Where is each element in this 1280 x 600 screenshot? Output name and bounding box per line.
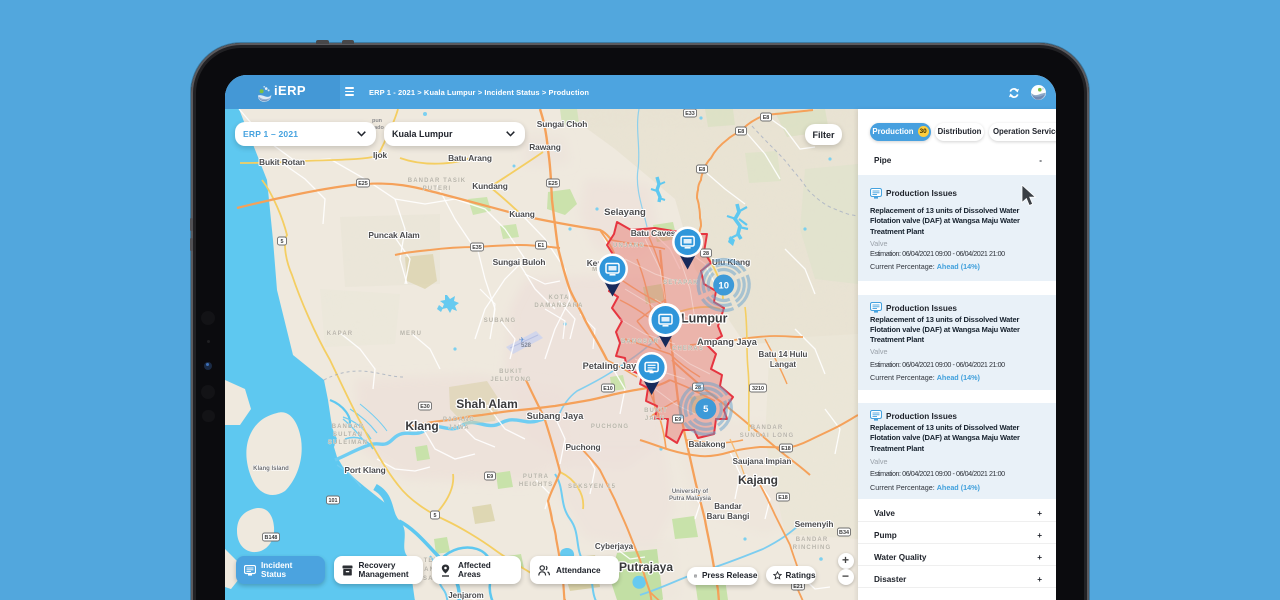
svg-text:E8: E8 bbox=[699, 167, 706, 173]
svg-text:B148: B148 bbox=[265, 535, 278, 541]
svg-text:Subang Jaya: Subang Jaya bbox=[527, 411, 585, 421]
svg-text:Kuang: Kuang bbox=[509, 209, 535, 219]
svg-text:SUBANG: SUBANG bbox=[484, 318, 517, 324]
svg-text:Klang Island: Klang Island bbox=[253, 466, 289, 472]
svg-text:Bukit Rotan: Bukit Rotan bbox=[259, 157, 305, 167]
svg-text:E8: E8 bbox=[763, 115, 770, 121]
svg-text:SULTAN: SULTAN bbox=[333, 432, 363, 438]
svg-text:E9: E9 bbox=[487, 474, 494, 480]
svg-text:Shah Alam: Shah Alam bbox=[456, 397, 518, 411]
svg-text:Langat: Langat bbox=[770, 360, 797, 369]
svg-text:University of: University of bbox=[672, 489, 709, 495]
svg-text:BUKIT: BUKIT bbox=[499, 369, 523, 375]
svg-text:Ampang Jaya: Ampang Jaya bbox=[697, 337, 758, 347]
svg-text:Putrajaya: Putrajaya bbox=[619, 560, 673, 574]
svg-text:101: 101 bbox=[329, 498, 338, 504]
svg-text:3210: 3210 bbox=[752, 386, 764, 392]
svg-text:PADANG: PADANG bbox=[443, 417, 475, 423]
svg-text:SEKSYEN 15: SEKSYEN 15 bbox=[568, 484, 616, 490]
svg-text:Kundang: Kundang bbox=[472, 181, 508, 191]
svg-text:BANDAR: BANDAR bbox=[332, 424, 365, 430]
svg-text:Balakong: Balakong bbox=[689, 439, 726, 449]
svg-text:Rawang: Rawang bbox=[529, 142, 561, 152]
svg-text:Batu Caves: Batu Caves bbox=[631, 228, 676, 238]
svg-text:✈: ✈ bbox=[519, 337, 525, 344]
svg-text:E1: E1 bbox=[538, 243, 545, 249]
svg-text:E33: E33 bbox=[685, 111, 695, 117]
svg-text:SUNGAI LONG: SUNGAI LONG bbox=[740, 433, 794, 439]
svg-text:MERU: MERU bbox=[400, 331, 422, 337]
svg-text:PUTERI: PUTERI bbox=[423, 186, 452, 192]
svg-text:Baru Bangi: Baru Bangi bbox=[707, 512, 750, 521]
svg-text:Puchong: Puchong bbox=[565, 442, 600, 452]
svg-text:Ijok: Ijok bbox=[373, 150, 387, 160]
svg-text:BANDAR: BANDAR bbox=[796, 537, 829, 543]
svg-text:Semenyih: Semenyih bbox=[795, 519, 834, 529]
svg-text:Cyberjaya: Cyberjaya bbox=[595, 542, 634, 551]
svg-text:Batu 14 Hulu: Batu 14 Hulu bbox=[759, 350, 808, 359]
svg-text:BANDAR TASIK: BANDAR TASIK bbox=[408, 178, 466, 184]
svg-text:Selayang: Selayang bbox=[604, 207, 646, 218]
svg-text:KOTA: KOTA bbox=[549, 295, 570, 301]
svg-text:Bandar: Bandar bbox=[714, 502, 742, 511]
svg-text:E30: E30 bbox=[420, 404, 430, 410]
svg-text:E18: E18 bbox=[778, 495, 788, 501]
svg-text:28: 28 bbox=[703, 251, 709, 257]
svg-text:Petaling Jaya: Petaling Jaya bbox=[583, 361, 643, 371]
svg-text:Klang: Klang bbox=[405, 419, 438, 433]
svg-text:BUKIT: BUKIT bbox=[644, 408, 668, 414]
svg-text:E25: E25 bbox=[358, 181, 368, 187]
svg-text:pun: pun bbox=[372, 118, 383, 124]
svg-text:Jenjarom: Jenjarom bbox=[448, 591, 484, 600]
svg-text:E25: E25 bbox=[548, 181, 558, 187]
svg-text:5: 5 bbox=[434, 513, 437, 519]
svg-text:E35: E35 bbox=[472, 245, 482, 251]
svg-text:JALIL: JALIL bbox=[645, 416, 667, 422]
svg-text:E10: E10 bbox=[603, 386, 613, 392]
svg-text:B34: B34 bbox=[839, 530, 849, 536]
svg-text:JAWA: JAWA bbox=[448, 425, 469, 431]
svg-text:KAPAR: KAPAR bbox=[327, 331, 353, 337]
svg-text:Batu Arang: Batu Arang bbox=[448, 153, 492, 163]
svg-text:Puncak Alam: Puncak Alam bbox=[368, 230, 419, 240]
svg-text:E9: E9 bbox=[675, 417, 682, 423]
svg-text:BANDAR: BANDAR bbox=[751, 425, 784, 431]
svg-text:Putra Malaysia: Putra Malaysia bbox=[669, 496, 712, 502]
svg-text:SETAPAK: SETAPAK bbox=[663, 280, 698, 286]
svg-text:5: 5 bbox=[281, 239, 284, 245]
svg-text:PUTRA: PUTRA bbox=[523, 474, 549, 480]
svg-text:Lumpur: Lumpur bbox=[681, 312, 728, 326]
svg-text:E8: E8 bbox=[738, 129, 745, 135]
svg-text:10: 10 bbox=[718, 280, 729, 291]
svg-text:Saujana Impian: Saujana Impian bbox=[733, 457, 792, 466]
svg-text:DAMANSARA: DAMANSARA bbox=[534, 303, 583, 309]
svg-text:BANGSAR: BANGSAR bbox=[621, 339, 659, 345]
svg-text:E18: E18 bbox=[781, 446, 791, 452]
svg-text:SULEIMAN: SULEIMAN bbox=[328, 440, 368, 446]
svg-text:E21: E21 bbox=[793, 584, 803, 590]
svg-text:JELUTONG: JELUTONG bbox=[490, 377, 531, 383]
svg-text:5: 5 bbox=[703, 404, 709, 415]
svg-text:Sungai Choh: Sungai Choh bbox=[537, 119, 588, 129]
svg-text:Kajang: Kajang bbox=[738, 473, 778, 487]
svg-text:Sungai Buloh: Sungai Buloh bbox=[493, 257, 546, 267]
svg-text:UNJANG: UNJANG bbox=[613, 243, 645, 249]
svg-text:RINCHING: RINCHING bbox=[793, 545, 831, 551]
svg-text:Port Klang: Port Klang bbox=[344, 465, 385, 475]
svg-text:HEIGHTS: HEIGHTS bbox=[519, 482, 553, 488]
svg-text:PUCHONG: PUCHONG bbox=[591, 424, 629, 430]
